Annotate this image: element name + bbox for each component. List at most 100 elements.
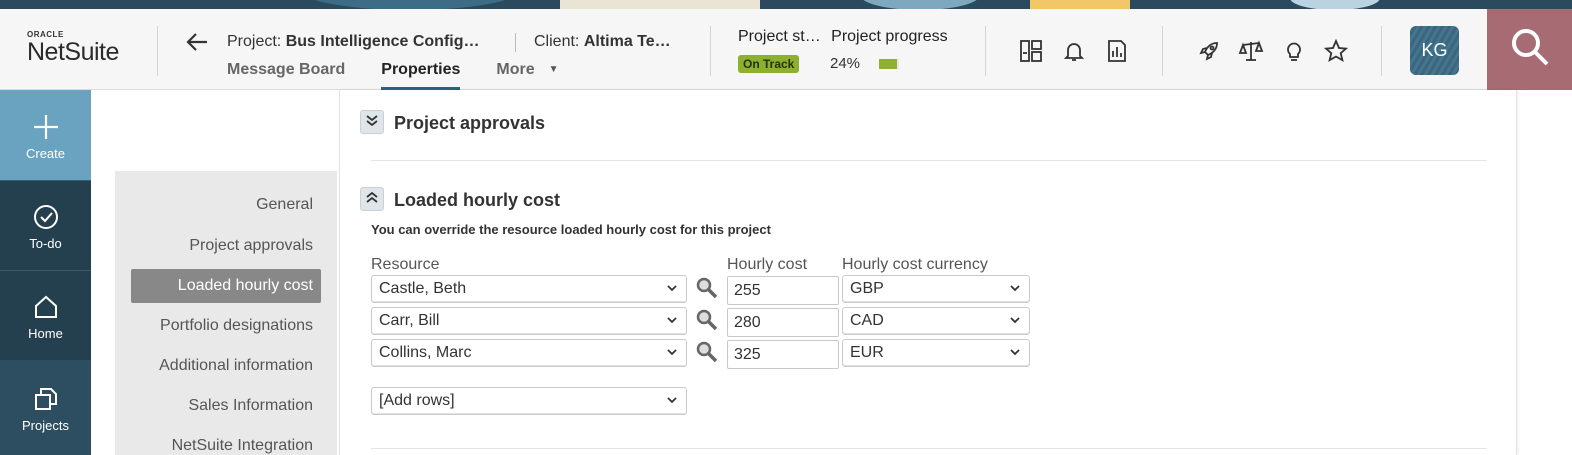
add-rows-value: [Add rows] [379,392,455,409]
divider [157,26,158,76]
chevron-down-icon [667,285,677,292]
properties-sidebar: General Project approvals Loaded hourly … [115,171,337,455]
sidebar-item-loaded-hourly-cost[interactable]: Loaded hourly cost [131,269,321,303]
nav-create[interactable]: Create [0,90,91,180]
avatar[interactable]: KG [1410,26,1459,75]
progress-label: Project progress [831,28,948,45]
progress-bar-fill [879,59,897,69]
home-icon [33,290,59,320]
nav-label: Projects [22,418,69,433]
project-title: Project: Bus Intelligence Config… [227,33,480,51]
rocket-icon[interactable] [1195,37,1223,65]
currency-select[interactable]: EUR [842,339,1030,367]
sidebar-item-project-approvals[interactable]: Project approvals [189,237,313,255]
netsuite-wordmark: NetSuite [27,38,119,66]
global-search-button[interactable] [1487,9,1572,90]
main-panel: Project approvals Loaded hourly cost You… [339,90,1517,455]
hourly-cost-input[interactable]: 255 [727,276,839,305]
netsuite-logo[interactable]: ORACLE NetSuite [27,30,137,65]
chevron-down-icon: ▼ [548,64,559,75]
section-note: You can override the resource loaded hou… [371,222,771,237]
chevron-down-icon [667,349,677,356]
magnifier-icon[interactable] [696,341,718,363]
hourly-cost-input[interactable]: 325 [727,340,839,369]
back-arrow-icon[interactable] [185,31,209,53]
resource-select[interactable]: Castle, Beth [371,275,687,303]
star-icon[interactable] [1322,37,1350,65]
tab-message-board[interactable]: Message Board [227,59,345,90]
currency-value: GBP [850,280,884,297]
section-divider [371,160,1487,161]
tab-label: Message Board [227,61,346,78]
sidebar-item-portfolio-designations[interactable]: Portfolio designations [160,317,313,335]
section-divider [371,448,1487,449]
sidebar-item-general[interactable]: General [256,196,313,214]
chevron-down-icon [667,317,677,324]
currency-select[interactable]: GBP [842,275,1030,303]
progress-bar [879,59,899,69]
collapse-section-toggle[interactable] [360,187,384,211]
column-header-hourly-cost: Hourly cost [727,256,808,273]
scales-icon[interactable] [1237,37,1265,65]
divider [985,26,986,76]
resource-value: Castle, Beth [379,280,467,297]
chevron-down-icon [1010,285,1020,292]
client-name[interactable]: Altima Te… [584,33,671,50]
chevron-down-icon [1010,349,1020,356]
hourly-cost-input[interactable]: 280 [727,308,839,337]
projects-icon [33,382,59,412]
nav-label: Create [25,145,66,161]
magnifier-icon[interactable] [696,277,718,299]
currency-select[interactable]: CAD [842,307,1030,335]
dashboard-icon[interactable] [1017,37,1045,65]
divider [515,33,516,52]
sidebar-item-netsuite-integration[interactable]: NetSuite Integration [172,437,313,455]
currency-value: CAD [850,312,884,329]
nav-todo[interactable]: To-do [0,180,91,270]
resource-value: Carr, Bill [379,312,440,329]
check-circle-icon [33,200,59,230]
plus-icon [33,110,59,140]
chevrons-up-icon [365,190,379,209]
chevrons-down-icon [365,113,379,132]
column-header-currency: Hourly cost currency [842,256,988,273]
project-tabs: Message Board Properties More ▼ [227,59,595,90]
client-title: Client: Altima Te… [534,33,671,51]
chevron-down-icon [667,397,677,404]
project-label: Project: [227,33,282,50]
expand-section-toggle[interactable] [360,110,384,134]
resource-value: Collins, Marc [379,344,472,361]
nav-home[interactable]: Home [0,270,91,360]
client-label: Client: [534,33,580,50]
section-title-project-approvals: Project approvals [394,113,546,133]
project-name[interactable]: Bus Intelligence Config… [286,33,480,50]
app-header: ORACLE NetSuite Project: Bus Intelligenc… [0,9,1572,90]
divider [1381,26,1382,76]
report-icon[interactable] [1103,37,1131,65]
divider [1162,26,1163,76]
tab-properties[interactable]: Properties [381,59,461,90]
left-navigation: Create To-do Home Projects [0,90,91,455]
nav-label: To-do [29,236,62,251]
bell-icon[interactable] [1060,37,1088,65]
lightbulb-icon[interactable] [1280,37,1308,65]
status-label: Project st… [738,28,821,45]
nav-label: Home [28,326,63,341]
add-rows-select[interactable]: [Add rows] [371,387,687,415]
status-badge: On Track [738,55,800,73]
tab-label: Properties [381,61,461,78]
resource-select[interactable]: Collins, Marc [371,339,687,367]
nav-projects[interactable]: Projects [0,360,91,455]
sidebar-item-sales-information[interactable]: Sales Information [188,397,313,415]
search-icon [1509,26,1551,73]
sidebar-item-additional-information[interactable]: Additional information [159,357,313,375]
project-status-block: Project st… Project progress On Track 24… [738,28,978,73]
avatar-initials: KG [1421,40,1448,60]
resource-select[interactable]: Carr, Bill [371,307,687,335]
chevron-down-icon [1010,317,1020,324]
magnifier-icon[interactable] [696,309,718,331]
tab-more[interactable]: More ▼ [496,59,558,90]
section-title-loaded-hourly-cost: Loaded hourly cost [394,190,561,210]
column-header-resource: Resource [371,256,440,273]
progress-percent: 24% [830,55,861,72]
